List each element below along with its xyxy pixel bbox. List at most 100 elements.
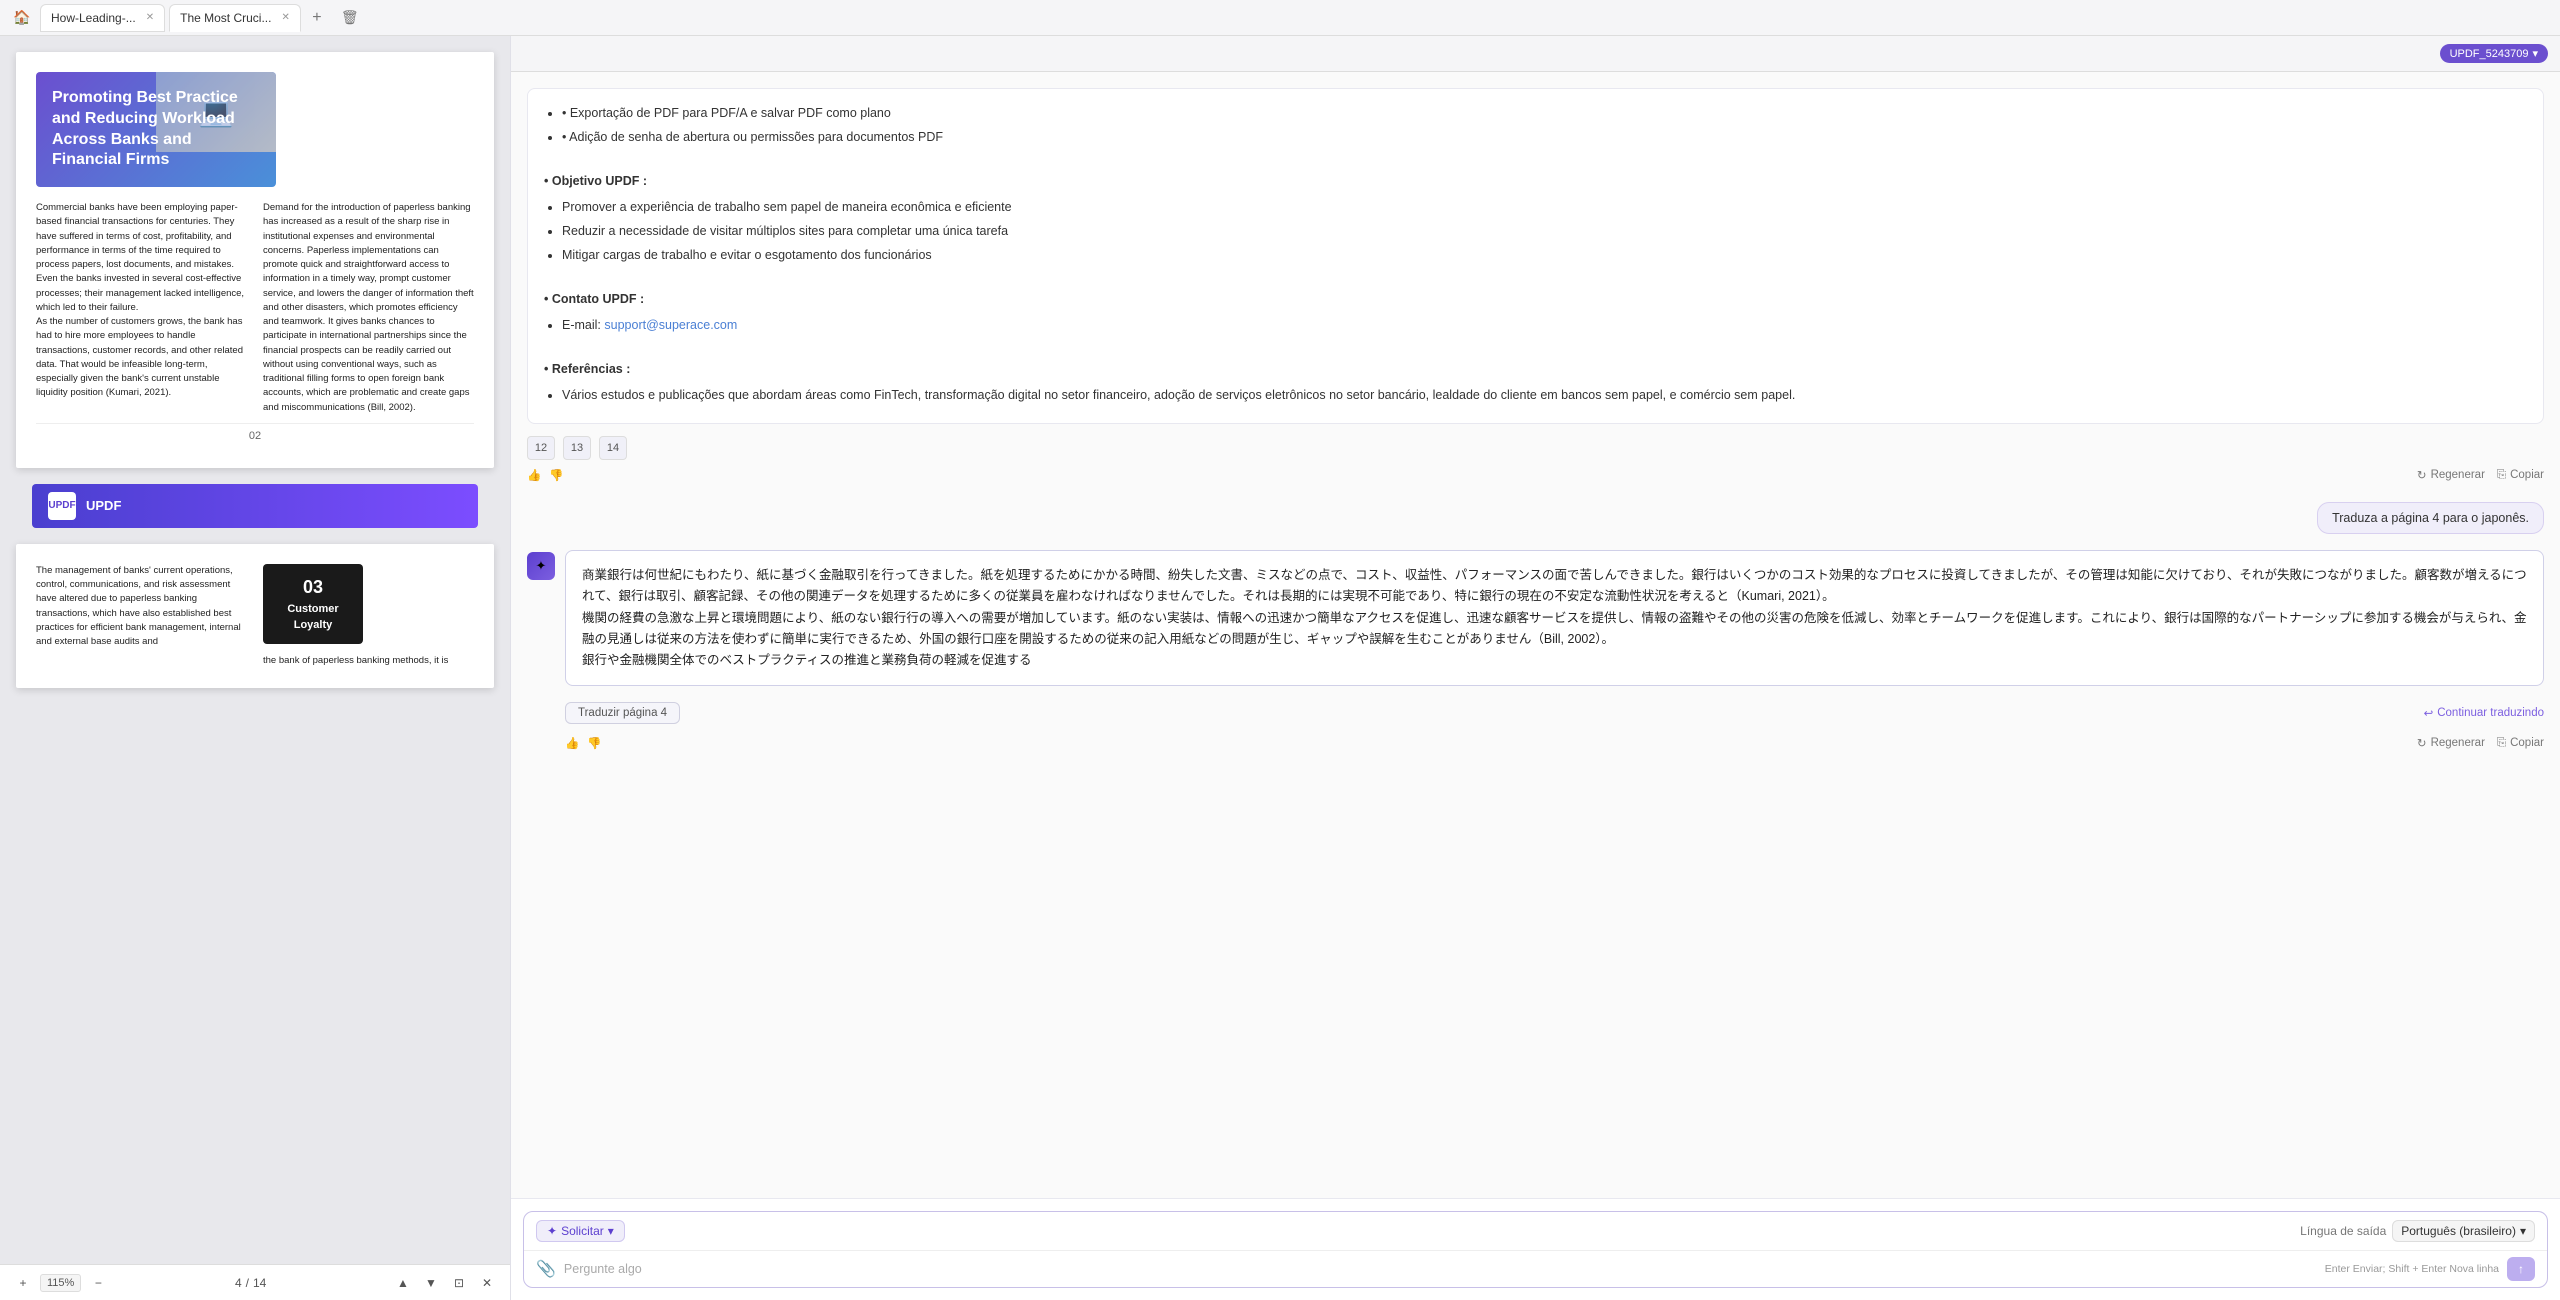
tab-bar: 🏠 How-Leading-... ✕ The Most Cruci... ✕ … (0, 0, 2560, 36)
prev-page-button[interactable]: ▲ (392, 1272, 414, 1294)
pdf-page-2: Promoting Best Practice and Reducing Wor… (16, 52, 494, 468)
thumbs-up-button[interactable]: 👍 (527, 468, 541, 482)
send-hint-text: Enter Enviar; Shift + Enter Nova linha (2325, 1263, 2499, 1275)
tab-2[interactable]: The Most Cruci... ✕ (169, 4, 301, 32)
feature-item-1: • Exportação de PDF para PDF/A e salvar … (562, 103, 2527, 123)
ai-input-box: ✦ Solicitar ▾ Língua de saída Português … (523, 1211, 2548, 1288)
pagination-bar: 12 13 14 (527, 436, 2544, 460)
lingua-chevron-icon: ▾ (2520, 1224, 2526, 1238)
close-pdf-button[interactable]: ✕ (476, 1272, 498, 1294)
regenerate-button-2[interactable]: ↻ Regenerar (2417, 736, 2485, 750)
feedback-buttons-2: 👍 👎 (565, 736, 602, 750)
objective-item-2: Reduzir a necessidade de visitar múltipl… (562, 221, 2527, 241)
ai-input-top-row: ✦ Solicitar ▾ Língua de saída Português … (524, 1212, 2547, 1250)
page3-section-box: 03 Customer Loyalty (263, 564, 363, 644)
pdf-toolbar-left: + 115% − (12, 1272, 109, 1294)
action-buttons-right-2: ↻ Regenerar ⎘ Copiar (2417, 736, 2544, 750)
lingua-label: Língua de saída (2300, 1224, 2386, 1238)
regenerate-button-1[interactable]: ↻ Regenerar (2417, 468, 2485, 482)
objective-item-3: Mitigar cargas de trabalho e evitar o es… (562, 245, 2527, 265)
pdf-toolbar: + 115% − 4 / 14 ▲ ▼ ⊡ ✕ (0, 1264, 510, 1300)
page2-col1: Commercial banks have been employing pap… (36, 201, 247, 415)
assistant-message-1: • Exportação de PDF para PDF/A e salvar … (527, 88, 2544, 486)
page2-columns: Commercial banks have been employing pap… (36, 201, 474, 415)
user-message-1: Traduza a página 4 para o japonês. (527, 502, 2544, 534)
ai-panel: UPDF_5243709 ▾ • Exportação de PDF para … (510, 36, 2560, 1300)
continue-translating-link[interactable]: ↩ Continuar traduzindo (2424, 706, 2544, 720)
trash-button[interactable]: 🗑 (341, 9, 359, 26)
chevron-down-icon: ▾ (2532, 47, 2538, 60)
translation-text: 商業銀行は何世紀にもわたり、紙に基づく金融取引を行ってきました。紙を処理するため… (582, 565, 2527, 671)
page3-col2: 03 Customer Loyalty the bank of paperles… (263, 564, 474, 668)
thumbs-up-button-2[interactable]: 👍 (565, 736, 579, 750)
page3-col1: The management of banks' current operati… (36, 564, 247, 668)
tab-2-label: The Most Cruci... (180, 11, 271, 25)
fit-page-button[interactable]: ⊡ (448, 1272, 470, 1294)
pdf-toolbar-right: ▲ ▼ ⊡ ✕ (392, 1272, 498, 1294)
updf-banner: UPDF UPDF (32, 484, 478, 528)
tab-2-close[interactable]: ✕ (281, 12, 289, 23)
send-button[interactable]: ↑ (2507, 1257, 2535, 1281)
assistant-message-1-content: • Exportação de PDF para PDF/A e salvar … (527, 88, 2544, 424)
tab-1[interactable]: How-Leading-... ✕ (40, 4, 165, 32)
home-button[interactable]: 🏠 (8, 4, 36, 32)
copy-button-1[interactable]: ⎘ Copiar (2497, 468, 2544, 482)
copy-icon: ⎘ (2497, 469, 2506, 482)
translation-footer: Traduzir página 4 ↩ Continuar traduzindo (565, 702, 2544, 724)
message-1-actions: 👍 👎 ↻ Regenerar ⎘ Copiar (527, 464, 2544, 486)
ai-messages: • Exportação de PDF para PDF/A e salvar … (511, 72, 2560, 1198)
page-btn-13[interactable]: 13 (563, 436, 591, 460)
next-page-button[interactable]: ▼ (420, 1272, 442, 1294)
col1-text: Commercial banks have been employing pap… (36, 201, 247, 401)
tab-1-close[interactable]: ✕ (146, 12, 154, 23)
regenerate-icon: ↻ (2417, 468, 2427, 482)
lingua-value: Português (brasileiro) (2401, 1224, 2516, 1238)
pdf-viewer: Promoting Best Practice and Reducing Wor… (0, 36, 510, 1300)
pdf-pages: Promoting Best Practice and Reducing Wor… (0, 36, 510, 1264)
regenerate-icon-2: ↻ (2417, 736, 2427, 750)
add-page-button[interactable]: + (12, 1272, 34, 1294)
ai-avatar-icon: ✦ (527, 552, 555, 580)
col2-text: Demand for the introduction of paperless… (263, 201, 474, 415)
page3-col1-text: The management of banks' current operati… (36, 564, 247, 650)
contact-email: E-mail: support@superace.com (562, 315, 2527, 335)
feedback-buttons: 👍 👎 (527, 468, 564, 482)
tab-1-label: How-Leading-... (51, 11, 136, 25)
copy-button-2[interactable]: ⎘ Copiar (2497, 736, 2544, 750)
add-tab-button[interactable]: + (305, 6, 329, 30)
attachment-button[interactable]: 📎 (536, 1259, 556, 1279)
zoom-out-button[interactable]: − (87, 1272, 109, 1294)
ai-input-bottom-row: 📎 Pergunte algo Enter Enviar; Shift + En… (524, 1250, 2547, 1287)
email-link[interactable]: support@superace.com (604, 318, 737, 332)
lingua-select[interactable]: Português (brasileiro) ▾ (2392, 1220, 2535, 1242)
page3-columns: The management of banks' current operati… (36, 564, 474, 668)
page-btn-14[interactable]: 14 (599, 436, 627, 460)
action-buttons-right: ↻ Regenerar ⎘ Copiar (2417, 468, 2544, 482)
translation-content: 商業銀行は何世紀にもわたり、紙に基づく金融取引を行ってきました。紙を処理するため… (565, 550, 2544, 686)
lingua-section: Língua de saída Português (brasileiro) ▾ (2300, 1220, 2535, 1242)
page2-number: 02 (36, 423, 474, 448)
pdf-page-3: The management of banks' current operati… (16, 544, 494, 688)
page2-col2: Demand for the introduction of paperless… (263, 201, 474, 415)
page3-section-num: 03 (273, 574, 353, 601)
chat-input[interactable]: Pergunte algo (564, 1262, 2317, 1276)
solicitar-button[interactable]: ✦ Solicitar ▾ (536, 1220, 625, 1242)
thumbs-down-button-2[interactable]: 👎 (587, 736, 601, 750)
ai-header: UPDF_5243709 ▾ (511, 36, 2560, 72)
page3-col2-text: the bank of paperless banking methods, i… (263, 654, 474, 668)
solicitar-chevron-icon: ▾ (608, 1224, 614, 1238)
hero-title: Promoting Best Practice and Reducing Wor… (52, 88, 260, 171)
objective-label: • Objetivo UPDF : (544, 174, 647, 188)
thumbs-down-button[interactable]: 👎 (549, 468, 563, 482)
page2-hero: Promoting Best Practice and Reducing Wor… (36, 72, 276, 187)
references-text: Vários estudos e publicações que abordam… (562, 385, 2527, 405)
page-btn-12[interactable]: 12 (527, 436, 555, 460)
objective-item-1: Promover a experiência de trabalho sem p… (562, 197, 2527, 217)
updf-banner-text: UPDF (86, 498, 121, 513)
sparkle-icon: ✦ (547, 1224, 557, 1238)
user-badge-text: UPDF_5243709 (2450, 48, 2529, 60)
assistant-message-2: ✦ 商業銀行は何世紀にもわたり、紙に基づく金融取引を行ってきました。紙を処理する… (527, 550, 2544, 754)
copy-icon-2: ⎘ (2497, 737, 2506, 750)
user-badge[interactable]: UPDF_5243709 ▾ (2440, 44, 2548, 63)
translate-page-button[interactable]: Traduzir página 4 (565, 702, 680, 724)
